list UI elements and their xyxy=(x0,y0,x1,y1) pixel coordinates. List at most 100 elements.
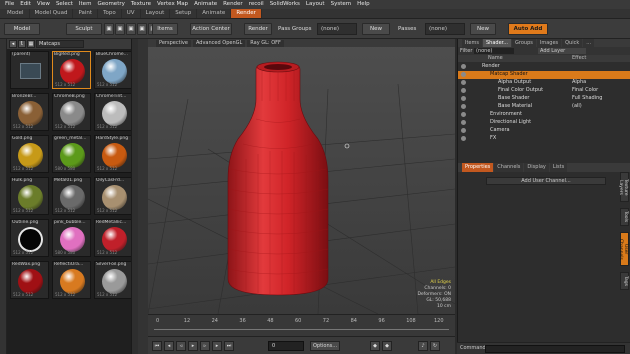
key-icon[interactable]: ◆ xyxy=(382,341,392,351)
shader-row[interactable]: Base Material (all) xyxy=(458,103,630,111)
auto-add-button[interactable]: Auto Add xyxy=(508,23,548,35)
command-input[interactable] xyxy=(485,345,625,353)
pass-groups-dropdown[interactable]: (none) xyxy=(317,23,357,35)
new-pass-button[interactable]: New xyxy=(470,23,496,35)
menu-geometry[interactable]: Geometry xyxy=(94,0,127,9)
shader-row[interactable]: Render xyxy=(458,63,630,71)
matcap-item[interactable]: BlueChrome... 512 x 512 xyxy=(94,51,133,89)
shader-tab[interactable]: ... xyxy=(583,39,595,47)
menu-system[interactable]: System xyxy=(328,0,355,9)
audio-icon[interactable]: ♪ xyxy=(418,341,428,351)
shader-row[interactable]: Alpha Output Alpha xyxy=(458,79,630,87)
viewport-tab[interactable]: Ray GL: OFF xyxy=(247,39,284,47)
layout-tab-model-quad[interactable]: Model Quad xyxy=(30,9,74,18)
menu-vertex-map[interactable]: Vertex Map xyxy=(154,0,191,9)
matcap-item[interactable]: BigRed.png 512 x 512 xyxy=(52,51,91,89)
layout-tab-render[interactable]: Render xyxy=(231,9,262,18)
layout-tab-setup[interactable]: Setup xyxy=(170,9,198,18)
next-key-icon[interactable]: ▸ xyxy=(212,341,222,351)
layout-tab-topo[interactable]: Topo xyxy=(98,9,122,18)
matcap-item[interactable]: ChromeTint... 512 x 512 xyxy=(94,93,133,131)
layout-tab-paint[interactable]: Paint xyxy=(73,9,99,18)
visibility-eye-icon[interactable] xyxy=(461,64,466,69)
matcap-item[interactable]: RedWax.png 512 x 512 xyxy=(10,261,49,299)
viewport-tab[interactable]: Advanced OpenGL xyxy=(192,39,246,47)
visibility-eye-icon[interactable] xyxy=(461,104,466,109)
shader-tab[interactable]: Items xyxy=(462,39,482,47)
viewport-tab[interactable]: Perspective xyxy=(156,39,191,47)
skip-start-icon[interactable]: ⏮ xyxy=(152,341,162,351)
matcap-item[interactable]: Outline.png 512 x 512 xyxy=(10,219,49,257)
visibility-eye-icon[interactable] xyxy=(461,120,466,125)
menu-texture[interactable]: Texture xyxy=(128,0,154,9)
shader-row[interactable]: FX xyxy=(458,135,630,143)
shader-row[interactable]: Environment xyxy=(458,111,630,119)
menu-layout[interactable]: Layout xyxy=(303,0,328,9)
side-tab[interactable]: User Channels xyxy=(618,232,629,266)
shader-row[interactable]: Base Shader Full Shading xyxy=(458,95,630,103)
prev-frame-icon[interactable]: ◃ xyxy=(176,341,186,351)
prev-key-icon[interactable]: ◂ xyxy=(164,341,174,351)
browser-scrollbar[interactable] xyxy=(131,39,138,354)
shader-tab[interactable]: Groups xyxy=(512,39,536,47)
sculpt-button[interactable]: Sculpt xyxy=(66,23,102,35)
next-frame-icon[interactable]: ▹ xyxy=(200,341,210,351)
shader-row[interactable]: Matcap Shader xyxy=(458,71,630,79)
properties-tab[interactable]: Lists xyxy=(549,163,568,172)
menu-animate[interactable]: Animate xyxy=(191,0,220,9)
skip-end-icon[interactable]: ⏭ xyxy=(224,341,234,351)
matcap-item[interactable]: ReflectiOra... 512 x 512 xyxy=(52,261,91,299)
menu-select[interactable]: Select xyxy=(53,0,76,9)
tool-icon[interactable]: ▣ xyxy=(104,23,114,35)
visibility-eye-icon[interactable] xyxy=(461,80,466,85)
tool-icon[interactable]: ▣ xyxy=(126,23,136,35)
layout-tab-animate[interactable]: Animate xyxy=(197,9,232,18)
menu-view[interactable]: View xyxy=(34,0,53,9)
passes-dropdown[interactable]: (none) xyxy=(425,23,465,35)
menu-solidworks[interactable]: SolidWorks xyxy=(267,0,303,9)
shader-row[interactable]: Directional Light xyxy=(458,119,630,127)
shader-tab[interactable]: Shader... xyxy=(483,39,512,47)
visibility-eye-icon[interactable] xyxy=(461,72,466,77)
shader-tab[interactable]: Images xyxy=(536,39,562,47)
menu-recoil[interactable]: recoil xyxy=(246,0,267,9)
properties-tab[interactable]: Channels xyxy=(494,163,524,172)
matcap-item[interactable]: RedMetallic... 512 x 512 xyxy=(94,219,133,257)
menu-edit[interactable]: Edit xyxy=(17,0,34,9)
view-icon[interactable]: ▦ xyxy=(27,40,35,48)
filter-dropdown[interactable]: (none) xyxy=(474,48,514,54)
render-button[interactable]: Render xyxy=(244,23,272,35)
menu-render[interactable]: Render xyxy=(220,0,246,9)
items-button[interactable]: Items xyxy=(152,23,178,35)
matcap-item[interactable]: Gold.png 512 x 512 xyxy=(10,135,49,173)
visibility-eye-icon[interactable] xyxy=(461,112,466,117)
menu-help[interactable]: Help xyxy=(354,0,373,9)
3d-viewport[interactable]: Perspective Advanced OpenGL Ray GL: OFF Al… xyxy=(148,39,455,314)
up-folder-icon[interactable]: ⮤ xyxy=(18,40,26,48)
shader-row[interactable]: Final Color Output Final Color xyxy=(458,87,630,95)
new-pass-group-button[interactable]: New xyxy=(362,23,390,35)
visibility-eye-icon[interactable] xyxy=(461,96,466,101)
action-center-button[interactable]: Action Center xyxy=(190,23,232,35)
visibility-eye-icon[interactable] xyxy=(461,128,466,133)
shader-row[interactable]: Camera xyxy=(458,127,630,135)
matcap-item[interactable]: Hulk.png 512 x 512 xyxy=(10,177,49,215)
matcap-item[interactable]: OilyCasFrd... 512 x 512 xyxy=(94,177,133,215)
matcap-item[interactable]: (parent) xyxy=(10,51,49,89)
menu-item[interactable]: Item xyxy=(76,0,95,9)
add-user-channel-button[interactable]: Add User Channel... xyxy=(486,177,606,185)
menu-file[interactable]: File xyxy=(2,0,17,9)
back-icon[interactable]: ◂ xyxy=(9,40,17,48)
matcap-item[interactable]: HardStyle.png 512 x 512 xyxy=(94,135,133,173)
layout-tab-layout[interactable]: Layout xyxy=(141,9,171,18)
side-tab[interactable]: Texture Layers xyxy=(618,172,629,202)
browser-filter-dropdown[interactable]: Matcaps xyxy=(36,40,84,48)
shader-tab[interactable]: Quick xyxy=(562,39,583,47)
matcap-item[interactable]: BronzeBr... 512 x 512 xyxy=(10,93,49,131)
tool-icon[interactable]: ▣ xyxy=(137,23,147,35)
timeline[interactable]: 0 12 24 36 48 60 72 84 96 108 120 xyxy=(148,314,455,336)
visibility-eye-icon[interactable] xyxy=(461,136,466,141)
matcap-item[interactable]: SilverFoil.png 512 x 512 xyxy=(94,261,133,299)
tool-icon[interactable]: ▣ xyxy=(115,23,125,35)
layout-tab-model[interactable]: Model xyxy=(2,9,30,18)
